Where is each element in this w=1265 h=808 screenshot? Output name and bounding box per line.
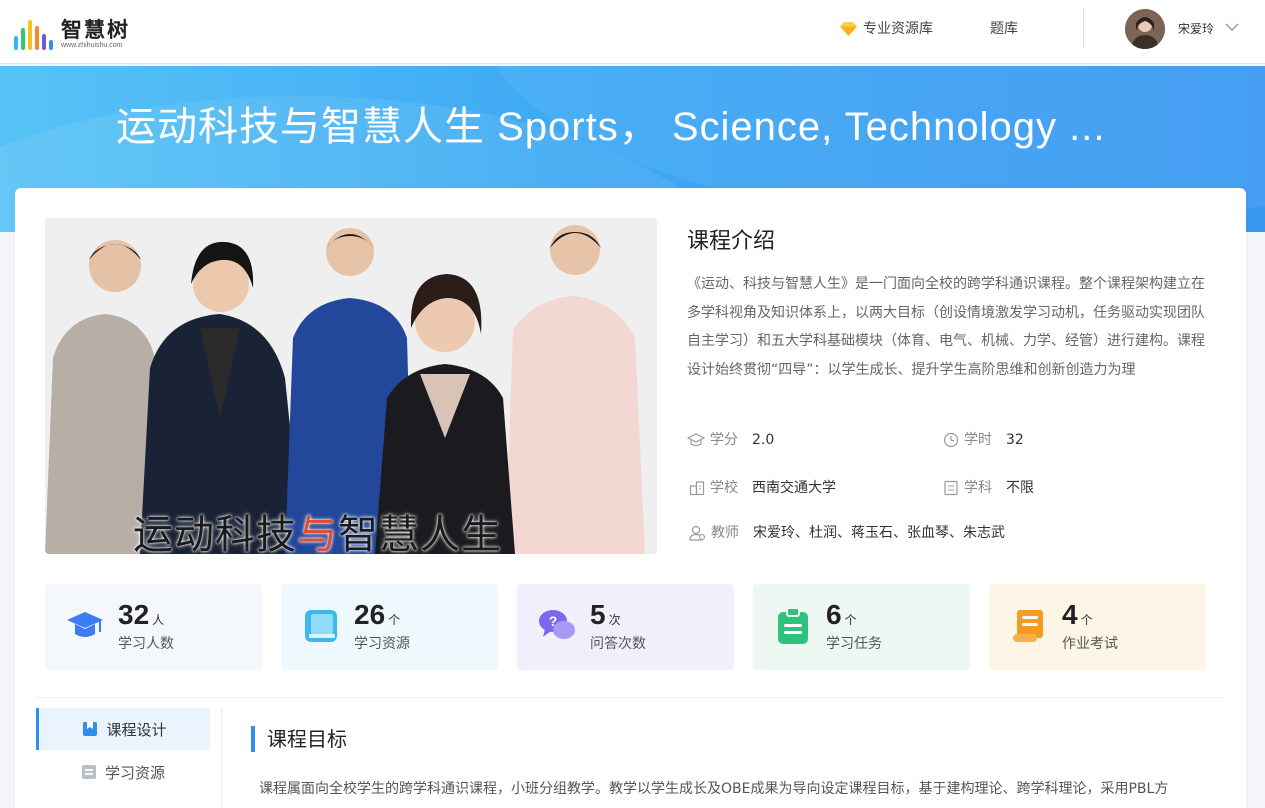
header-divider (1083, 8, 1084, 48)
logo-text: 智慧树 (61, 17, 130, 42)
document-icon (81, 765, 96, 779)
list-icon (944, 480, 958, 496)
diamond-icon (840, 22, 857, 36)
meta-teacher-value: 宋爱玲、杜润、蒋玉石、张血琴、朱志武 (753, 525, 1005, 541)
stat-exams-label: 作业考试 (1062, 636, 1118, 652)
meta-credit-label: 学分 (710, 432, 738, 448)
stat-tasks-label: 学习任务 (826, 636, 882, 652)
user-icon (689, 525, 706, 541)
meta-school: 学校 西南交通大学 (689, 478, 836, 498)
nav-resource-library[interactable]: 专业资源库 (840, 19, 933, 39)
course-sidebar: 课程设计 学习资源 (36, 708, 222, 808)
stat-tasks[interactable]: 6个 学习任务 (753, 584, 970, 670)
sidebar-item-label: 学习资源 (104, 763, 165, 782)
stat-exams-num: 4 (1062, 599, 1078, 630)
meta-hours-value: 32 (1006, 432, 1024, 448)
scroll-icon (1013, 610, 1043, 642)
meta-credit: 学分 2.0 (687, 430, 774, 450)
section-text: 课程属面向全校学生的跨学科通识课程，小班分组教学。教学以学生成长及OBE成果为导… (259, 781, 1169, 797)
meta-subject-label: 学科 (964, 480, 992, 496)
meta-school-value: 西南交通大学 (752, 480, 836, 496)
section-divider (35, 697, 1225, 698)
stat-learners-num: 32 (118, 599, 150, 630)
clock-icon (943, 432, 959, 448)
stat-qa-num: 5 (590, 599, 606, 630)
meta-subject-value: 不限 (1006, 480, 1034, 496)
meta-teacher: 教师 宋爱玲、杜润、蒋玉石、张血琴、朱志武 (689, 523, 1005, 543)
stat-exams[interactable]: 4个 作业考试 (989, 584, 1206, 670)
course-title: 运动科技与智慧人生 Sports， Science, Technology ..… (116, 105, 1106, 149)
logo-bars-icon (14, 18, 53, 50)
course-card: 运动科技与智慧人生 课程介绍 《运动、科技与智慧人生》是一门面向全校的跨学科通识… (15, 188, 1246, 808)
sidebar-item-label: 课程设计 (106, 720, 167, 739)
meta-hours-label: 学时 (964, 432, 992, 448)
section-title: 课程目标 (251, 726, 347, 752)
stat-learners-label: 学习人数 (118, 636, 174, 652)
user-avatar[interactable] (1125, 9, 1165, 49)
meta-school-label: 学校 (710, 480, 738, 496)
stat-qa[interactable]: ? 5次 问答次数 (517, 584, 734, 670)
intro-text: 《运动、科技与智慧人生》是一门面向全校的跨学科通识课程。整个课程架构建立在多学科… (687, 276, 1205, 378)
clipboard-icon (778, 607, 808, 644)
meta-subject: 学科 不限 (943, 478, 1034, 498)
sidebar-item-resources[interactable]: 学习资源 (36, 751, 210, 793)
bookmark-icon (83, 722, 98, 736)
zhihuishu-logo[interactable]: 智慧树 www.zhihuishu.com (14, 14, 130, 50)
stat-resources-label: 学习资源 (354, 636, 410, 652)
graduation-cap-icon (687, 433, 705, 447)
meta-credit-value: 2.0 (752, 432, 775, 448)
meta-teacher-label: 教师 (711, 525, 739, 541)
top-navbar: 智慧树 www.zhihuishu.com 专业资源库 题库 宋爱玲 (0, 0, 1265, 64)
stat-qa-label: 问答次数 (590, 636, 646, 652)
sidebar-item-course-design[interactable]: 课程设计 (36, 708, 210, 750)
user-name[interactable]: 宋爱玲 (1178, 21, 1214, 37)
stat-tasks-num: 6 (826, 599, 842, 630)
building-icon (689, 481, 705, 496)
svg-text:?: ? (549, 613, 558, 629)
nav-resource-label: 专业资源库 (863, 21, 933, 37)
nav-question-bank[interactable]: 题库 (990, 19, 1018, 39)
stat-resources-num: 26 (354, 599, 386, 630)
meta-hours: 学时 32 (943, 430, 1024, 450)
stat-resources[interactable]: 26 个 学习资源 (281, 584, 498, 670)
book-icon (305, 610, 337, 642)
stat-learners[interactable]: 32 人 学习人数 (45, 584, 262, 670)
chat-question-icon: ? (539, 610, 575, 639)
cover-caption: 运动科技与智慧人生 (133, 512, 502, 554)
intro-title: 课程介绍 (687, 229, 776, 254)
logo-url: www.zhihuishu.com (61, 42, 123, 49)
graduation-cap-icon (67, 612, 103, 637)
course-cover-image: 运动科技与智慧人生 (45, 218, 657, 554)
chevron-down-icon[interactable] (1225, 22, 1239, 32)
